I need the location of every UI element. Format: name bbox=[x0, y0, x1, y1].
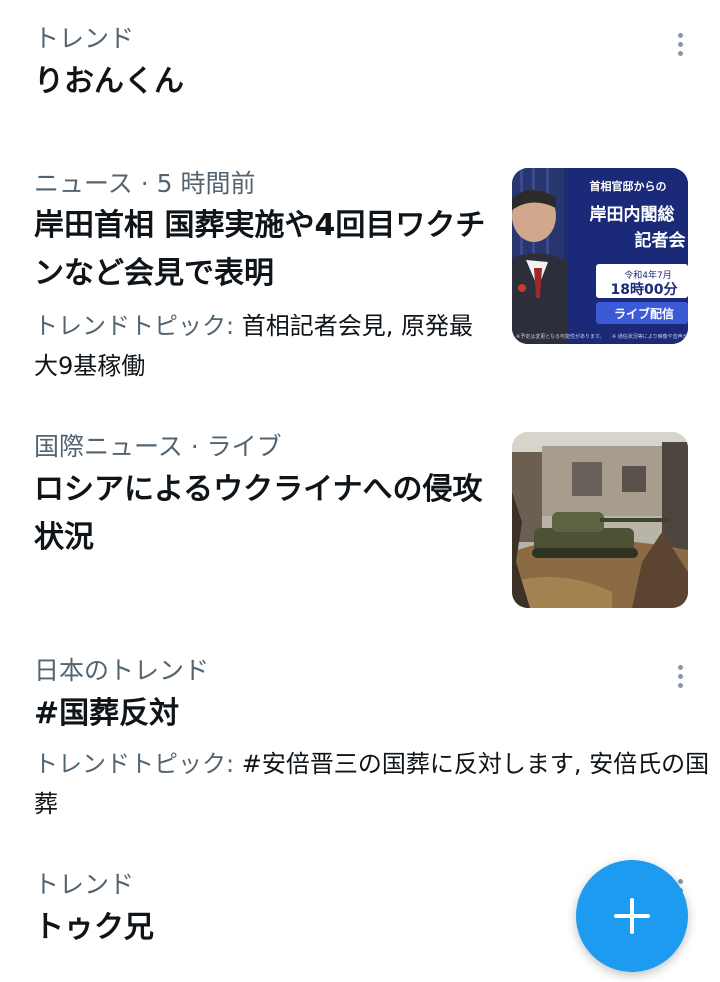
topic-label: トレンドトピック: bbox=[34, 750, 235, 778]
more-options-icon[interactable] bbox=[670, 29, 690, 59]
news-thumbnail[interactable]: 首相官邸からの 岸田内閣総 記者会 令和4年7月 18時00分 ライブ配信 ※予… bbox=[512, 168, 688, 344]
live-label: ライブ bbox=[206, 432, 282, 461]
thumb-time: 18時00分 bbox=[611, 281, 678, 298]
thumb-footer: ※ 通信状況等により映像や音声が bbox=[612, 333, 688, 340]
trend-category: トレンド bbox=[34, 870, 135, 899]
trend-topic: トレンドトピック: #安倍晋三の国葬に反対します, 安倍氏の国葬 bbox=[34, 744, 714, 824]
news-thumbnail[interactable] bbox=[512, 432, 688, 608]
more-options-icon[interactable] bbox=[670, 661, 690, 691]
category-label: ニュース bbox=[34, 169, 133, 198]
trend-title: りおんくん bbox=[34, 64, 184, 99]
trend-title: #国葬反対 bbox=[34, 696, 180, 731]
news-item[interactable]: 国際ニュース · ライブ ロシアによるウクライナへの侵攻状況 bbox=[0, 400, 720, 640]
trends-feed: トレンド りおんくん ニュース · 5 時間前 岸田首相 国葬実施や4回目ワクチ… bbox=[0, 0, 720, 982]
news-category: 国際ニュース · ライブ bbox=[34, 432, 282, 462]
category-label: 国際ニュース bbox=[34, 432, 183, 461]
time-label: 5 時間前 bbox=[156, 169, 256, 198]
tank-image bbox=[512, 432, 688, 608]
news-title: ロシアによるウクライナへの侵攻状況 bbox=[34, 472, 483, 555]
trend-item[interactable]: 日本のトレンド #国葬反対 トレンドトピック: #安倍晋三の国葬に反対します, … bbox=[0, 640, 720, 850]
trend-category: トレンド bbox=[34, 24, 135, 53]
compose-button[interactable] bbox=[576, 860, 688, 972]
trend-title: トゥク兄 bbox=[34, 910, 154, 945]
separator: · bbox=[190, 432, 199, 461]
trend-category: 日本のトレンド bbox=[34, 656, 210, 685]
separator: · bbox=[140, 169, 149, 198]
thumb-footer-left: ※予定は変更となる可能性があります。 bbox=[516, 333, 605, 340]
trend-item[interactable]: トレンド りおんくん bbox=[0, 0, 720, 140]
thumb-date: 令和4年7月 bbox=[624, 269, 671, 281]
thumb-main: 岸田内閣総 bbox=[590, 204, 675, 225]
news-item[interactable]: ニュース · 5 時間前 岸田首相 国葬実施や4回目ワクチンなど会見で表明 トレ… bbox=[0, 140, 720, 400]
news-title: 岸田首相 国葬実施や4回目ワクチンなど会見で表明 bbox=[34, 208, 486, 291]
news-category: ニュース · 5 時間前 bbox=[34, 169, 255, 199]
topic-label: トレンドトピック: bbox=[34, 312, 235, 340]
trend-topic: トレンドトピック: 首相記者会見, 原発最大9基稼働 bbox=[34, 306, 484, 386]
thumb-cta: ライブ配信 bbox=[614, 306, 674, 321]
press-conference-image: 首相官邸からの 岸田内閣総 記者会 令和4年7月 18時00分 ライブ配信 ※予… bbox=[512, 168, 688, 344]
thumb-headline: 首相官邸からの bbox=[590, 179, 667, 193]
thumb-main2: 記者会 bbox=[635, 230, 686, 251]
